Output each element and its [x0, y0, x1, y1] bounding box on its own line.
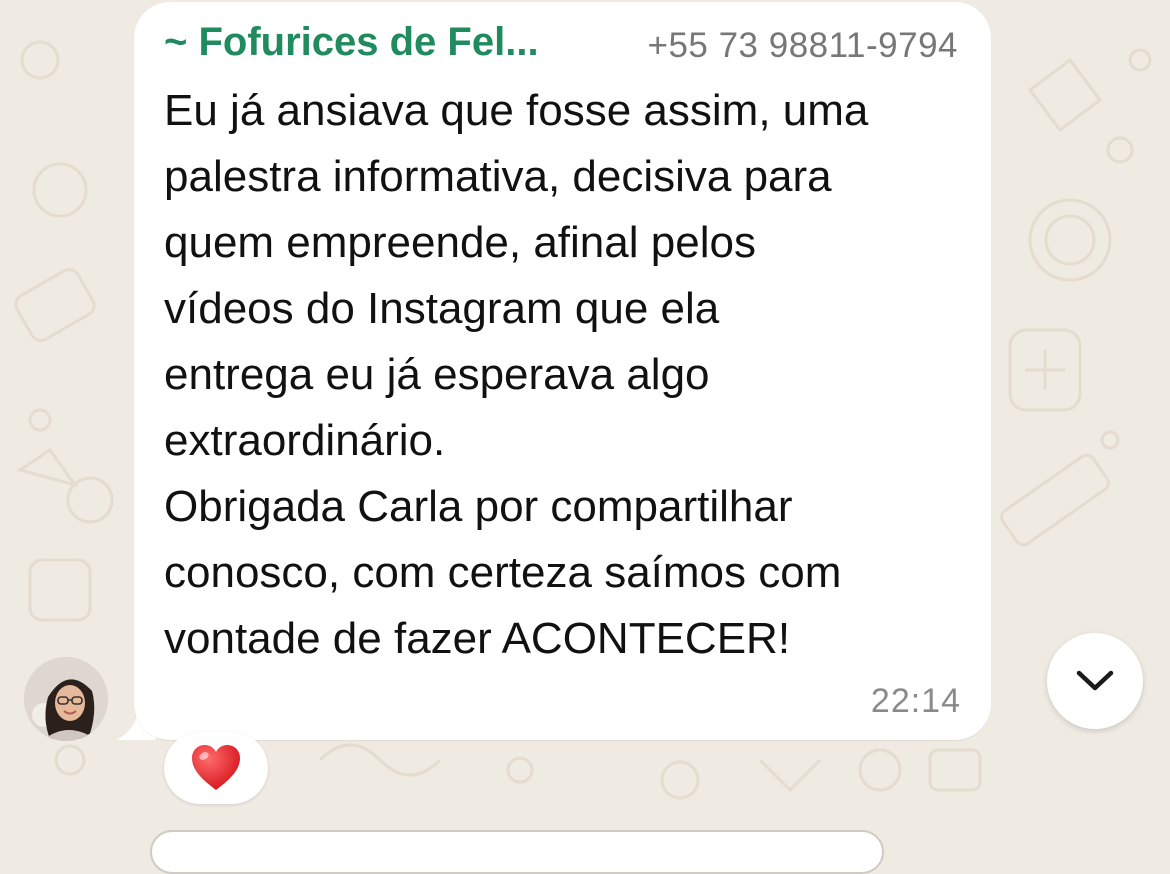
message-line: vontade de fazer ACONTECER!	[164, 614, 791, 663]
message-line: quem empreende, afinal pelos	[164, 218, 756, 267]
sender-name[interactable]: ~ Fofurices de Fel...	[164, 20, 539, 65]
avatar[interactable]	[24, 657, 108, 741]
message-line: entrega eu já esperava algo	[164, 350, 710, 399]
red-heart-icon	[192, 745, 240, 790]
message-line: Obrigada Carla por compartilhar	[164, 482, 793, 531]
message-text: Eu já ansiava que fosse assim, uma pales…	[164, 78, 974, 672]
message-input[interactable]	[150, 830, 884, 874]
chevron-down-icon	[1076, 670, 1114, 691]
message-timestamp: 22:14	[870, 682, 961, 720]
scroll-to-bottom-button[interactable]	[1047, 633, 1143, 729]
message-line: Eu já ansiava que fosse assim, uma	[164, 86, 869, 135]
message-line: vídeos do Instagram que ela	[164, 284, 720, 333]
message-bubble[interactable]: ~ Fofurices de Fel... +55 73 98811-9794 …	[134, 2, 991, 740]
message-line: extraordinário.	[164, 416, 446, 465]
sender-row: ~ Fofurices de Fel... +55 73 98811-9794	[164, 20, 964, 70]
reaction-badge[interactable]	[164, 732, 268, 804]
message-line: conosco, com certeza saímos com	[164, 548, 842, 597]
sender-phone[interactable]: +55 73 98811-9794	[648, 26, 959, 66]
message-line: palestra informativa, decisiva para	[164, 152, 832, 201]
